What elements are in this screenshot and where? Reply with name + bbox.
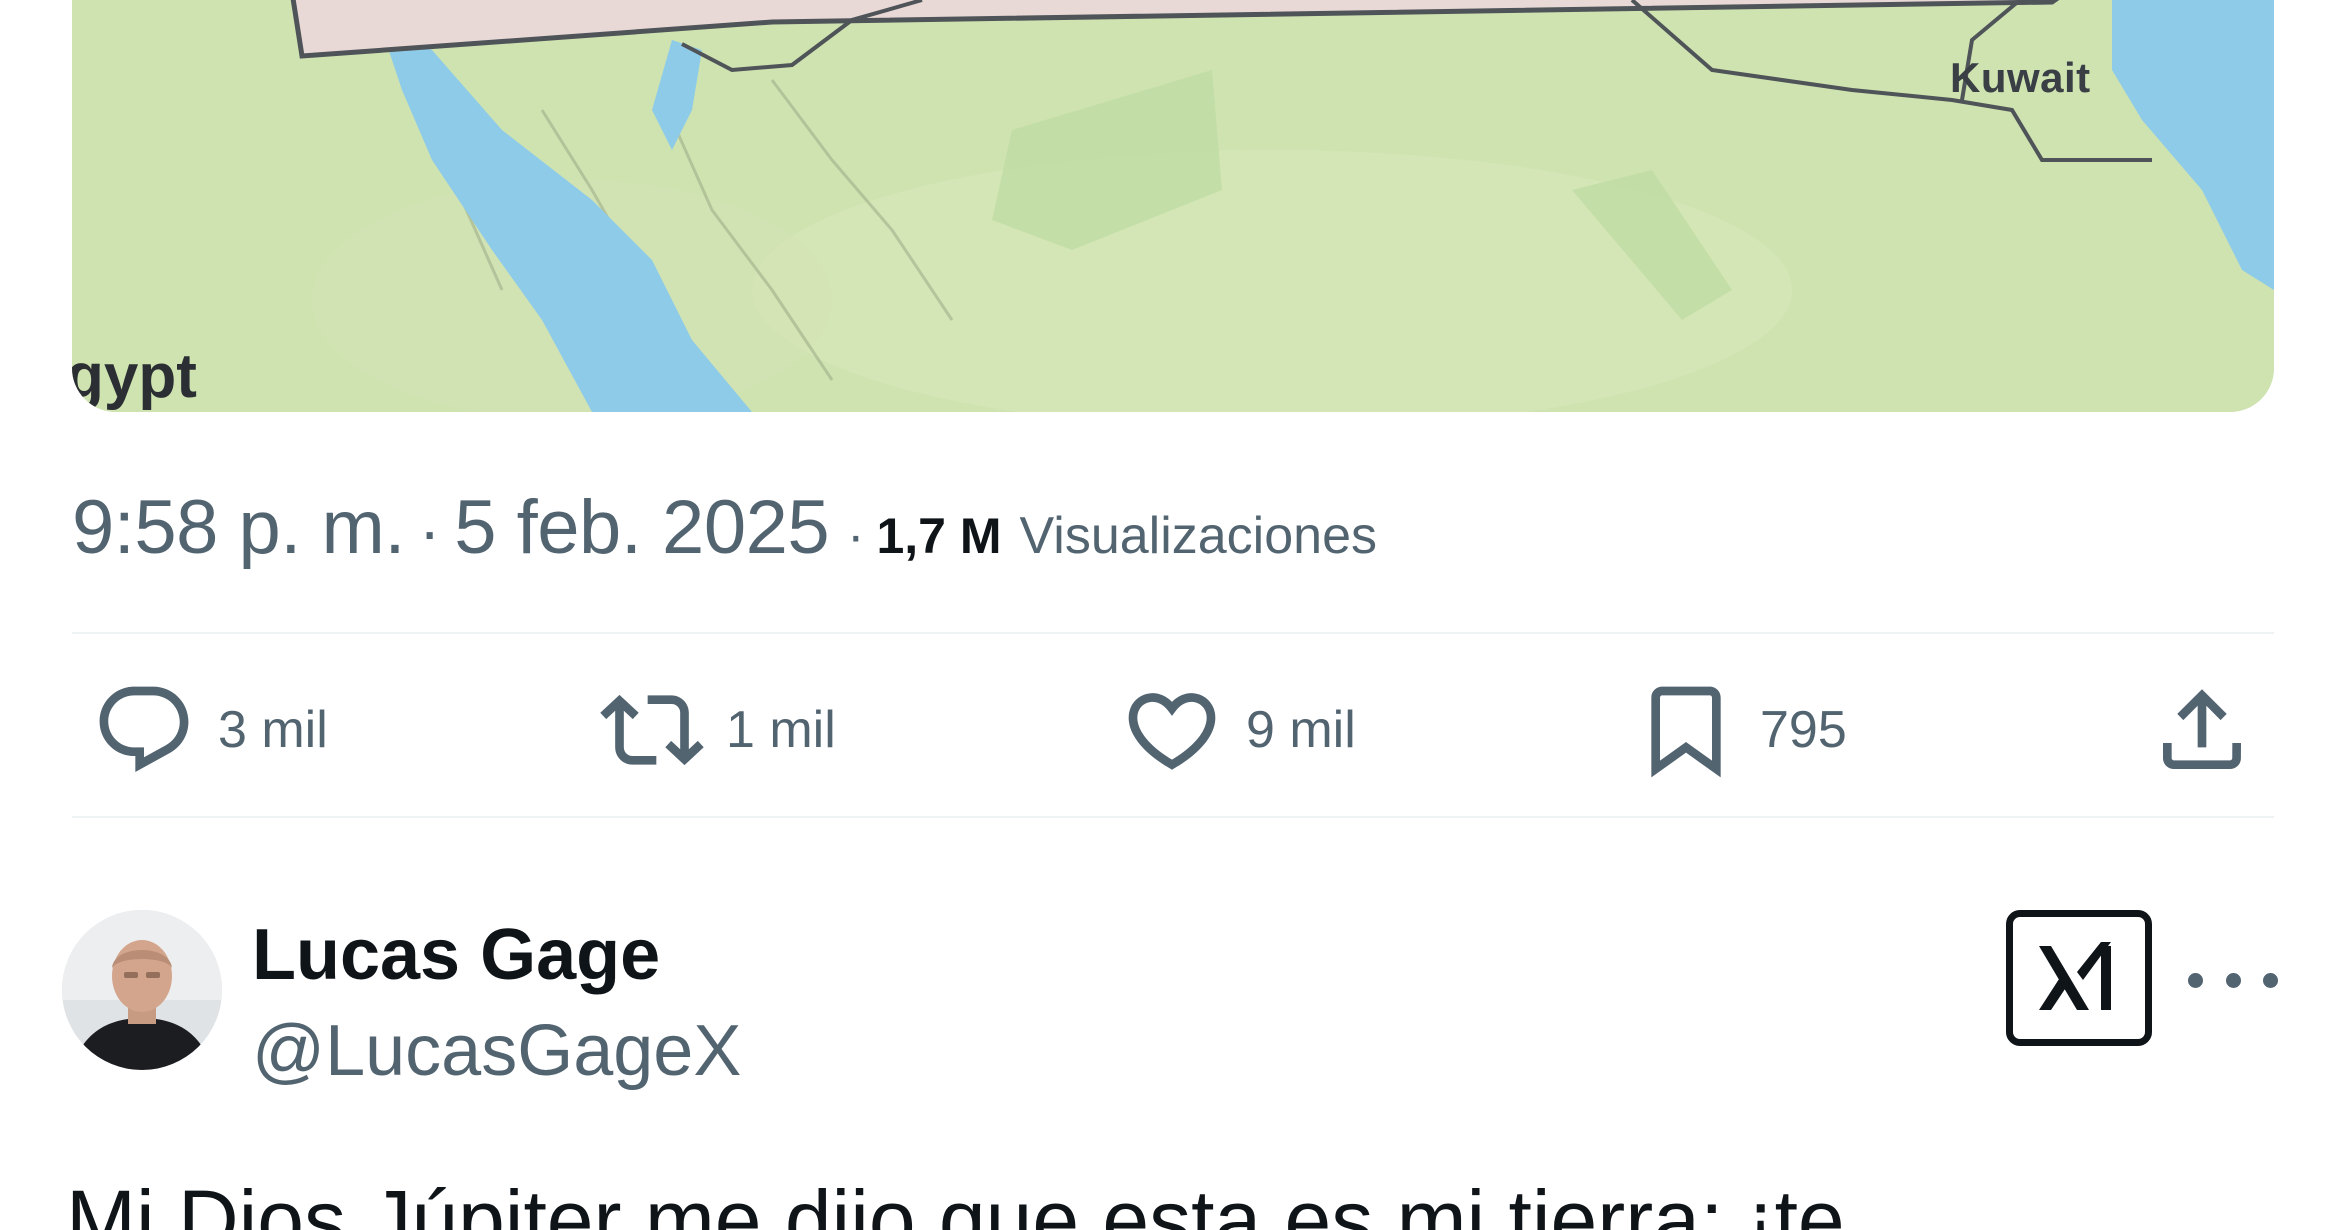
grok-button[interactable] <box>2006 910 2152 1046</box>
heart-icon <box>1128 693 1216 770</box>
views-label[interactable]: Visualizaciones <box>1020 506 1377 566</box>
tweet-date[interactable]: 5 feb. 2025 <box>454 484 829 571</box>
map-label-egypt: gypt <box>72 342 197 411</box>
repost-count: 1 mil <box>726 701 836 759</box>
reply-text: Mi Dios Júpiter me dijo que esta es mi t… <box>66 1173 1845 1230</box>
map-graphic <box>72 0 2274 412</box>
views-count[interactable]: 1,7 M <box>876 507 1001 565</box>
repost-icon <box>600 694 704 766</box>
more-icon <box>2263 972 2278 988</box>
tweet-time[interactable]: 9:58 p. m. <box>72 484 405 571</box>
tweet-meta: 9:58 p. m. · 5 feb. 2025 · 1,7 M Visuali… <box>72 484 1377 570</box>
share-button[interactable] <box>2150 660 2254 800</box>
divider <box>72 816 2274 818</box>
divider <box>72 632 2274 634</box>
like-button[interactable]: 9 mil <box>1120 660 1356 800</box>
action-bar: 3 mil 1 mil 9 mil 795 <box>72 660 2274 800</box>
avatar[interactable] <box>62 910 222 1070</box>
share-icon <box>2163 689 2241 769</box>
map-image[interactable]: Kuwait gypt <box>72 0 2274 412</box>
meta-separator: · <box>847 507 865 565</box>
avatar-photo <box>62 910 222 1070</box>
repost-button[interactable]: 1 mil <box>600 660 836 800</box>
reply-count: 3 mil <box>218 701 328 759</box>
reply-button[interactable]: 3 mil <box>92 660 328 800</box>
more-icon <box>2225 972 2241 988</box>
reply-icon <box>99 686 189 773</box>
author-name[interactable]: Lucas Gage <box>252 914 660 996</box>
like-count: 9 mil <box>1246 701 1356 759</box>
more-icon <box>2188 972 2203 988</box>
bookmark-button[interactable]: 795 <box>1634 660 1847 800</box>
bookmark-count: 795 <box>1760 701 1847 759</box>
grok-icon <box>2039 942 2111 1010</box>
more-button[interactable] <box>2188 950 2278 1010</box>
bookmark-icon <box>1651 686 1721 778</box>
author-handle[interactable]: @LucasGageX <box>252 1010 741 1092</box>
map-label-kuwait: Kuwait <box>1950 54 2091 101</box>
meta-separator: · <box>418 495 441 567</box>
